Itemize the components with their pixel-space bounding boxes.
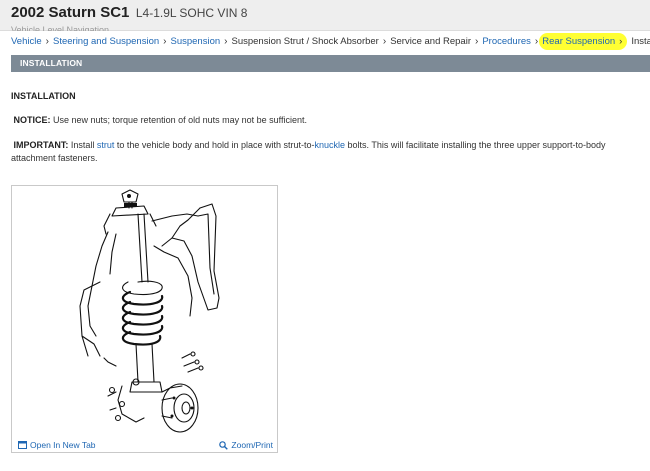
vehicle-title: 2002 Saturn SC1 L4-1.9L SOHC VIN 8	[11, 4, 247, 22]
section-bar: INSTALLATION	[11, 55, 650, 72]
breadcrumb-vehicle[interactable]: Vehicle	[11, 36, 42, 47]
breadcrumb-service-and-repair: Service and Repair	[390, 35, 471, 47]
breadcrumb-procedures[interactable]: Procedures	[482, 36, 531, 47]
breadcrumb-installation: Installation	[631, 35, 650, 47]
strut-illustration-figure: Open In New Tab Zoom/Print	[11, 185, 278, 453]
breadcrumb-chevron-icon: ›	[534, 35, 539, 47]
knuckle-link[interactable]: knuckle	[315, 140, 346, 150]
important-paragraph: IMPORTANT: Install strut to the vehicle …	[11, 139, 631, 165]
breadcrumb-strut-shock: Suspension Strut / Shock Absorber	[231, 35, 379, 47]
breadcrumb-chevron-icon: ›	[474, 35, 479, 47]
zoom-print-label: Zoom/Print	[231, 440, 273, 450]
zoom-print-link[interactable]: Zoom/Print	[219, 440, 273, 450]
open-in-new-tab-label: Open In New Tab	[30, 440, 96, 450]
notice-paragraph: NOTICE: Use new nuts; torque retention o…	[11, 114, 307, 127]
breadcrumb: Vehicle › Steering and Suspension › Susp…	[11, 32, 650, 50]
open-in-new-tab-link[interactable]: Open In New Tab	[18, 440, 96, 450]
important-text-pre: Install	[68, 140, 97, 150]
breadcrumb-rear-suspension[interactable]: Rear Suspension ›	[539, 32, 628, 50]
breadcrumb-suspension[interactable]: Suspension	[171, 36, 221, 47]
figure-footer: Open In New Tab Zoom/Print	[12, 436, 277, 453]
breadcrumb-chevron-icon: ›	[619, 35, 623, 47]
breadcrumb-chevron-icon: ›	[163, 35, 167, 47]
page-header: 2002 Saturn SC1 L4-1.9L SOHC VIN 8 Vehic…	[0, 0, 650, 31]
notice-label: NOTICE:	[13, 115, 51, 125]
notice-text: Use new nuts; torque retention of old nu…	[50, 115, 307, 125]
open-tab-icon	[18, 441, 27, 449]
vehicle-engine: L4-1.9L SOHC VIN 8	[135, 6, 248, 20]
important-text-mid: to the vehicle body and hold in place wi…	[114, 140, 315, 150]
breadcrumb-steering-and-suspension[interactable]: Steering and Suspension	[53, 36, 159, 47]
content-heading: INSTALLATION	[11, 91, 76, 101]
zoom-magnifier-icon	[219, 440, 229, 450]
strut-suspension-drawing[interactable]	[12, 186, 277, 436]
breadcrumb-chevron-icon: ›	[224, 35, 228, 47]
strut-link[interactable]: strut	[97, 140, 115, 150]
breadcrumb-chevron-icon: ›	[382, 35, 387, 47]
breadcrumb-rear-suspension-label: Rear Suspension	[542, 35, 616, 47]
header-subtitle-clipped: Vehicle Level Navigation	[11, 25, 110, 31]
important-label: IMPORTANT:	[13, 140, 69, 150]
section-bar-title: INSTALLATION	[20, 58, 83, 68]
vehicle-title-main: 2002 Saturn SC1	[11, 4, 130, 21]
breadcrumb-chevron-icon: ›	[45, 35, 49, 47]
